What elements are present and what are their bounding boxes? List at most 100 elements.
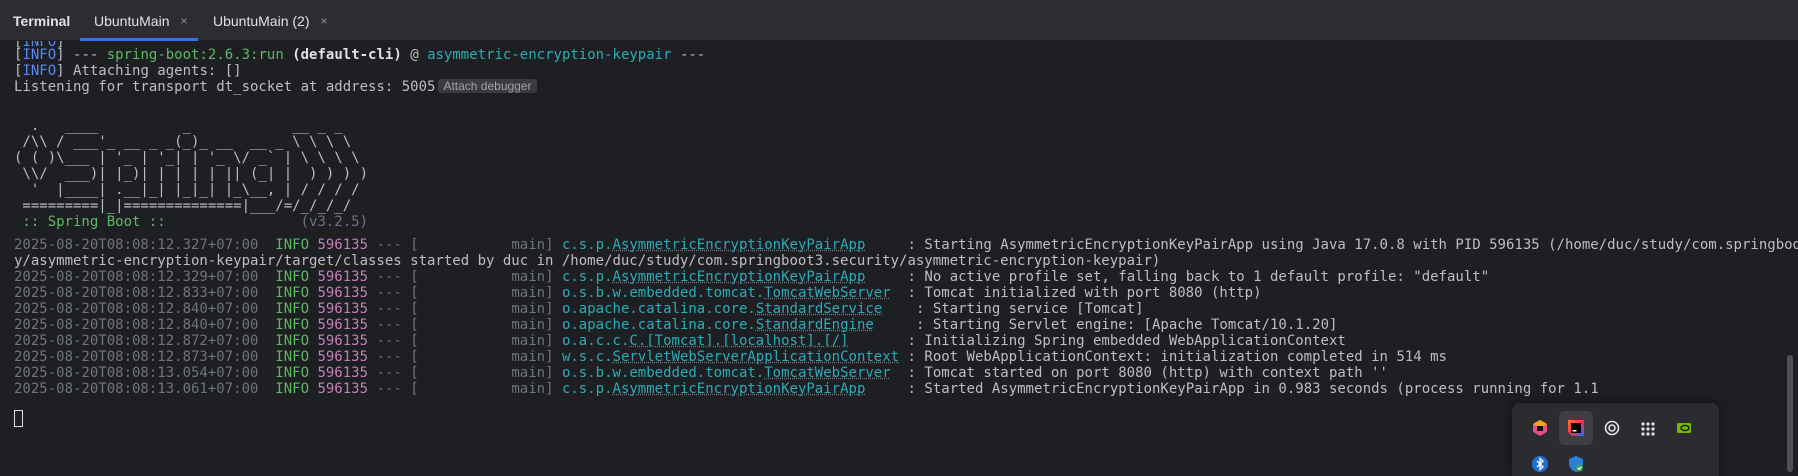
log-logger-link[interactable]: StandardService bbox=[756, 301, 882, 317]
plugin-suffix: --- bbox=[671, 47, 706, 63]
log-logger-prefix: c.s.p. bbox=[561, 237, 613, 253]
log-message: : Root WebApplicationContext: initializa… bbox=[907, 349, 1447, 365]
log-timestamp: 2025-08-20T08:08:12.872+07:00 bbox=[14, 333, 259, 349]
log-message: : Started AsymmetricEncryptionKeyPairApp… bbox=[907, 381, 1599, 397]
log-logger-link[interactable]: TomcatWebServer bbox=[764, 285, 890, 301]
log-row: 2025-08-20T08:08:13.061+07:00 INFO 59613… bbox=[14, 380, 1599, 398]
terminal-tab-bar: Terminal UbuntuMain × UbuntuMain (2) × bbox=[0, 0, 1798, 41]
log-level: INFO bbox=[275, 301, 310, 317]
log-thread: [ main] bbox=[410, 285, 554, 301]
log-message: : Starting Servlet engine: [Apache Tomca… bbox=[915, 317, 1338, 333]
nvidia-icon[interactable] bbox=[1667, 411, 1701, 445]
log-level: INFO bbox=[275, 317, 310, 333]
log-pid: 596135 bbox=[317, 237, 369, 253]
log-logger-prefix: w.s.c. bbox=[561, 349, 613, 365]
log-thread: [ main] bbox=[410, 333, 554, 349]
log-logger-pad bbox=[882, 301, 916, 317]
vertical-scrollbar[interactable] bbox=[1787, 355, 1793, 472]
log-level: INFO bbox=[275, 285, 310, 301]
log-logger-prefix: o.a.c.c. bbox=[561, 333, 630, 349]
log-logger-link[interactable]: TomcatWebServer bbox=[764, 365, 890, 381]
log-logger-link[interactable]: AsymmetricEncryptionKeyPairApp bbox=[613, 269, 866, 285]
info-tag: INFO bbox=[22, 63, 57, 79]
plugin-name: spring-boot:2.6.3:run bbox=[106, 47, 284, 63]
log-message: : Initializing Spring embedded WebApplic… bbox=[907, 333, 1346, 349]
log-logger-link[interactable]: StandardEngine bbox=[756, 317, 874, 333]
log-level: INFO bbox=[275, 237, 310, 253]
log-logger-link[interactable]: C.[Tomcat].[localhost].[/] bbox=[629, 333, 848, 349]
log-thread: [ main] bbox=[410, 317, 554, 333]
log-separator: --- bbox=[376, 285, 402, 301]
close-icon[interactable]: × bbox=[321, 14, 328, 28]
openai-icon[interactable] bbox=[1595, 411, 1629, 445]
attaching-agents-text: Attaching agents: [] bbox=[64, 63, 242, 79]
log-logger-pad bbox=[899, 349, 907, 365]
log-timestamp: 2025-08-20T08:08:12.873+07:00 bbox=[14, 349, 259, 365]
log-timestamp: 2025-08-20T08:08:12.327+07:00 bbox=[14, 237, 259, 253]
log-logger-pad bbox=[849, 333, 908, 349]
terminal-title: Terminal bbox=[13, 12, 71, 29]
log-pid: 596135 bbox=[317, 381, 369, 397]
attach-debugger-button[interactable]: Attach debugger bbox=[438, 79, 537, 93]
tab-label: UbuntuMain (2) bbox=[213, 12, 310, 29]
log-logger-pad bbox=[874, 317, 916, 333]
log-level: INFO bbox=[275, 381, 310, 397]
log-message: : Tomcat initialized with port 8080 (htt… bbox=[907, 285, 1262, 301]
log-separator: --- bbox=[376, 381, 402, 397]
plugin-project: asymmetric-encryption-keypair bbox=[427, 47, 672, 63]
close-icon[interactable]: × bbox=[181, 14, 188, 28]
log-logger-link[interactable]: ServletWebServerApplicationContext bbox=[613, 349, 900, 365]
log-pid: 596135 bbox=[317, 285, 369, 301]
log-pid: 596135 bbox=[317, 333, 369, 349]
log-separator: --- bbox=[376, 349, 402, 365]
security-shield-icon[interactable] bbox=[1559, 447, 1593, 476]
log-message: : No active profile set, falling back to… bbox=[907, 269, 1490, 285]
log-message: : Starting AsymmetricEncryptionKeyPairAp… bbox=[907, 237, 1798, 253]
log-logger-prefix: o.apache.catalina.core. bbox=[561, 301, 756, 317]
log-logger-link[interactable]: AsymmetricEncryptionKeyPairApp bbox=[613, 237, 866, 253]
log-thread: [ main] bbox=[410, 349, 554, 365]
spring-boot-version: (v3.2.5) bbox=[300, 214, 369, 230]
log-logger-pad bbox=[865, 269, 907, 285]
log-pid: 596135 bbox=[317, 365, 369, 381]
log-level: INFO bbox=[275, 269, 310, 285]
log-separator: --- bbox=[376, 237, 402, 253]
tab-ubuntumain-2[interactable]: UbuntuMain (2) × bbox=[201, 0, 328, 41]
log-logger-prefix: o.s.b.w.embedded.tomcat. bbox=[561, 365, 765, 381]
plugin-execution: (default-cli) bbox=[283, 47, 402, 63]
grid-app-icon[interactable] bbox=[1631, 411, 1665, 445]
spring-boot-label: :: Spring Boot :: bbox=[14, 214, 175, 230]
log-thread: [ main] bbox=[410, 381, 554, 397]
tab-ubuntumain[interactable]: UbuntuMain × bbox=[80, 0, 198, 41]
log-logger-prefix: c.s.p. bbox=[561, 381, 613, 397]
log-separator: --- bbox=[376, 365, 402, 381]
log-thread: [ main] bbox=[410, 237, 554, 253]
log-logger-prefix: c.s.p. bbox=[561, 269, 613, 285]
log-separator: --- bbox=[376, 333, 402, 349]
log-pid: 596135 bbox=[317, 269, 369, 285]
log-message: : Tomcat started on port 8080 (http) wit… bbox=[907, 365, 1388, 381]
plugin-at: @ bbox=[401, 47, 428, 63]
tab-label: UbuntuMain bbox=[94, 12, 170, 29]
log-logger-pad bbox=[891, 285, 908, 301]
log-line-listening: Listening for transport dt_socket at add… bbox=[14, 78, 537, 96]
log-level: INFO bbox=[275, 333, 310, 349]
terminal-cursor bbox=[14, 410, 23, 427]
log-message: : Starting service [Tomcat] bbox=[915, 301, 1144, 317]
log-separator: --- bbox=[376, 301, 402, 317]
spring-boot-version-line: :: Spring Boot :: (v3.2.5) bbox=[14, 213, 368, 231]
log-logger-prefix: o.apache.catalina.core. bbox=[561, 317, 756, 333]
system-tray-overflow bbox=[1512, 403, 1719, 476]
log-pid: 596135 bbox=[317, 301, 369, 317]
intellij-icon[interactable] bbox=[1559, 411, 1593, 445]
jetbrains-toolbox-icon[interactable] bbox=[1523, 411, 1557, 445]
log-thread: [ main] bbox=[410, 301, 554, 317]
bluetooth-icon[interactable] bbox=[1523, 447, 1557, 476]
log-logger-link[interactable]: AsymmetricEncryptionKeyPairApp bbox=[613, 381, 866, 397]
log-logger-pad bbox=[865, 237, 907, 253]
log-separator: --- bbox=[376, 269, 402, 285]
plugin-prefix: --- bbox=[64, 47, 107, 63]
log-level: INFO bbox=[275, 349, 310, 365]
log-timestamp: 2025-08-20T08:08:12.840+07:00 bbox=[14, 301, 259, 317]
log-level: INFO bbox=[275, 365, 310, 381]
